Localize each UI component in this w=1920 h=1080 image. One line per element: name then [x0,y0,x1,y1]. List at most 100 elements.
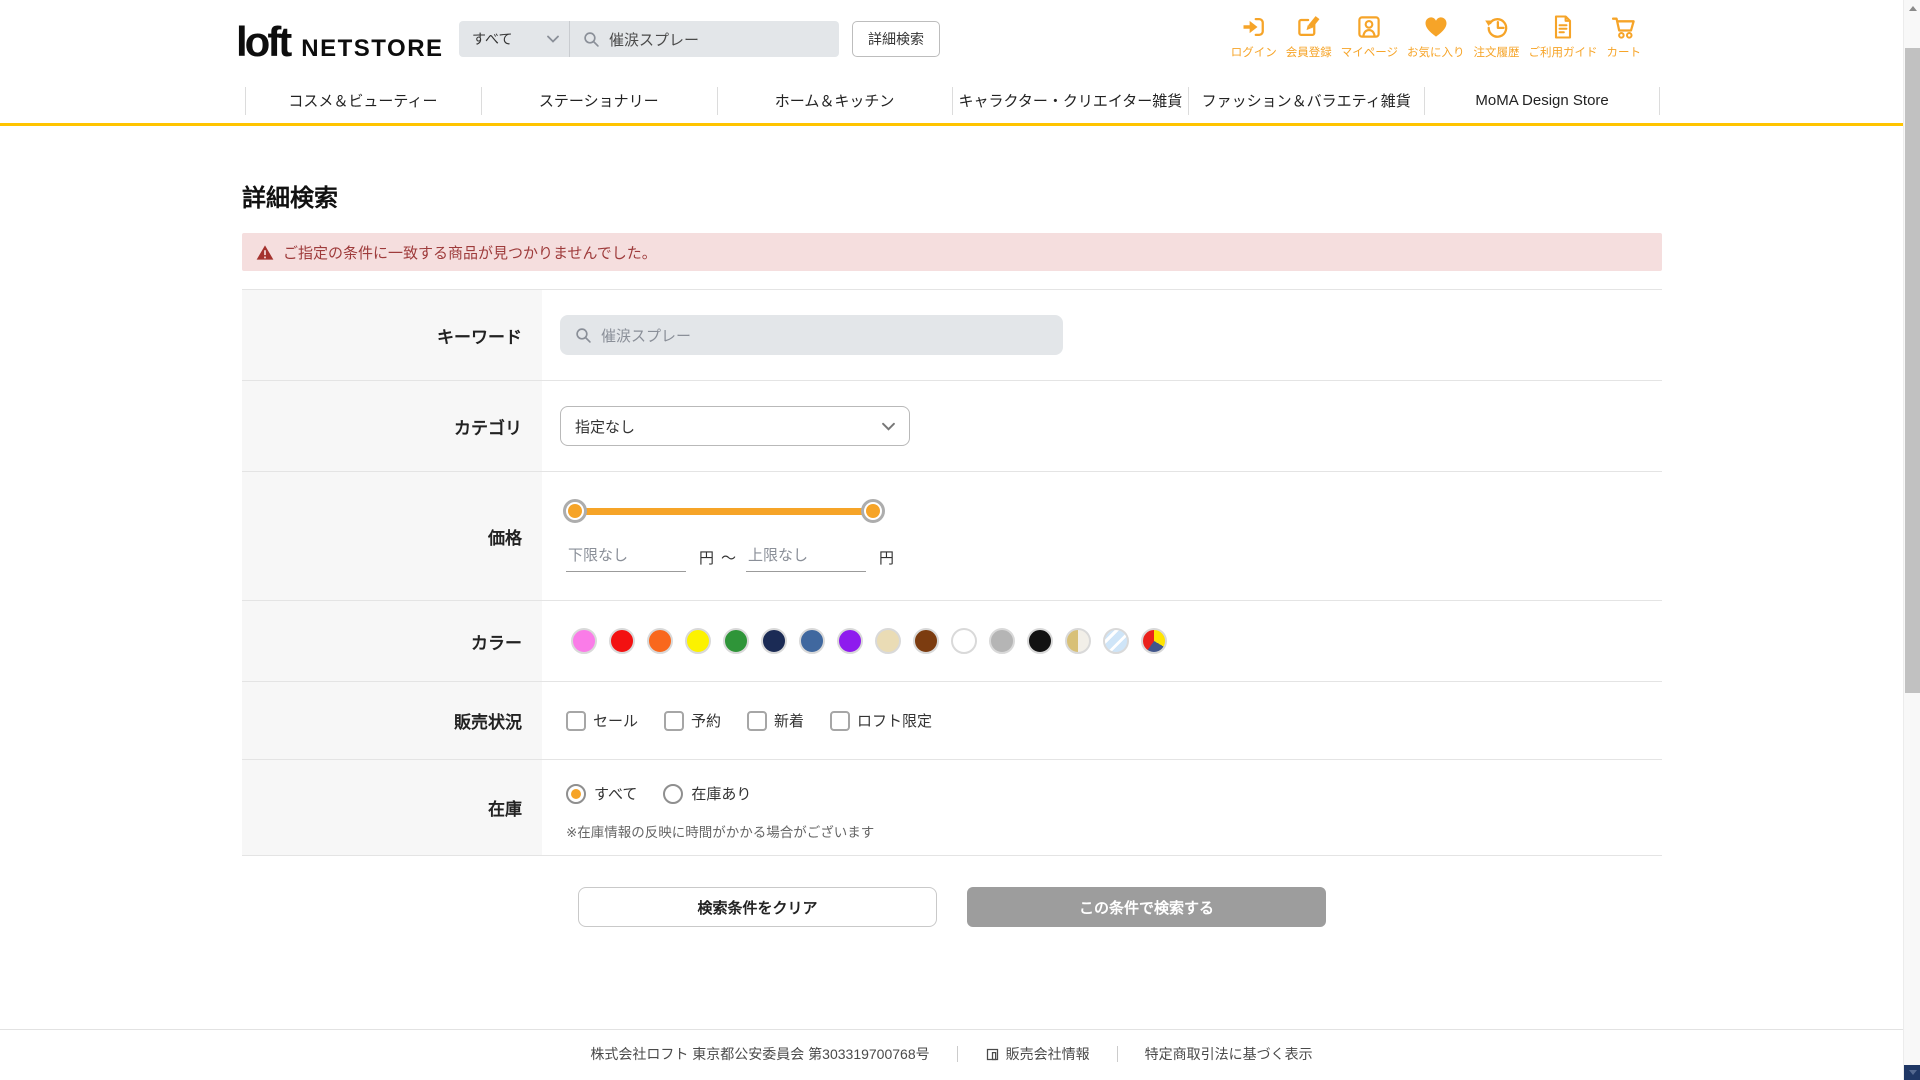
nav-item-stationery[interactable]: ステーショナリー [480,78,717,123]
nav-item-character-goods[interactable]: キャラクター・クリエイター雑貨 [952,78,1188,123]
checkbox-box[interactable] [747,710,768,731]
color-swatch-multicolor[interactable] [1141,628,1167,654]
checkbox-box[interactable] [664,710,685,731]
color-swatch-blue[interactable] [799,628,825,654]
color-swatch-purple[interactable] [837,628,863,654]
price-range-slider [563,499,885,523]
sales-status-label: 販売状況 [242,682,542,759]
scrollbar-down-button[interactable] [1904,1065,1920,1080]
footer: 株式会社ロフト 東京都公安委員会 第303319700768号 販売会社情報 特… [0,1029,1903,1080]
color-swatch-green[interactable] [723,628,749,654]
checkbox-preorder[interactable]: 予約 [664,710,721,731]
radio-button[interactable] [663,783,684,804]
guide-label: ご利用ガイド [1528,47,1598,59]
nav-item-fashion-variety[interactable]: ファッション＆バラエティ雑貨 [1188,78,1424,123]
color-swatch-navy[interactable] [761,628,787,654]
color-label: カラー [242,601,542,681]
guide-link[interactable]: ご利用ガイド [1529,13,1598,60]
price-range-separator: ～ [721,550,737,567]
category-select[interactable]: 指定なし [560,406,910,446]
price-row: 価格 下限なし 円 ～ 上限なし 円 [242,472,1662,601]
order-history-icon [1484,18,1507,38]
clear-button-label: 検索条件をクリア [697,899,818,917]
keyword-input[interactable]: 催涙スプレー [560,315,1063,355]
login-link[interactable]: ログイン [1231,13,1277,60]
color-swatch-pink[interactable] [571,628,597,654]
search-category-value: すべて [472,31,513,47]
color-swatch-white[interactable] [951,628,977,654]
favorites-link[interactable]: お気に入り [1407,13,1465,60]
checkbox-label: セール [593,713,639,730]
search-category-select[interactable]: すべて [459,21,569,57]
color-swatch-orange[interactable] [647,628,673,654]
scrollbar-thumb[interactable] [1905,48,1920,693]
category-label: カテゴリ [242,381,542,471]
checkbox-box[interactable] [566,710,586,731]
checkbox-sale[interactable]: セール [566,710,638,731]
price-max-input[interactable]: 上限なし [746,544,867,572]
mypage-link[interactable]: マイページ [1341,13,1398,60]
slider-handle-min[interactable] [563,499,587,523]
radio-button[interactable] [566,783,586,804]
chevron-down-icon [547,35,559,43]
color-swatch-red[interactable] [609,628,635,654]
mypage-icon [1358,16,1381,38]
checkbox-label: 予約 [691,713,722,730]
color-swatch-clear[interactable] [1103,628,1129,654]
header-quick-links: ログイン 会員登録 マイページ お気に入り 注文履歴 ご利用ガイド カート [1231,13,1641,60]
header-search-bar: すべて 催涙スプレー [459,21,839,57]
price-unit: 円 [879,550,895,567]
slider-track[interactable] [575,508,873,515]
color-swatch-yellow[interactable] [685,628,711,654]
nav-label: MoMA Design Store [1475,92,1609,109]
scrollbar-up-button[interactable] [1904,0,1920,17]
footer-link-label: 特定商取引法に基づく表示 [1144,1046,1313,1062]
stock-note: ※在庫情報の反映に時間がかかる場合がございます [566,825,875,840]
color-swatch-black[interactable] [1027,628,1053,654]
price-unit: 円 [699,550,715,567]
category-navbar: コスメ＆ビューティー ステーショナリー ホーム＆キッチン キャラクター・クリエイ… [0,78,1903,126]
search-icon [576,328,591,343]
page-title: 詳細検索 [242,185,338,212]
checkbox-box[interactable] [830,710,851,731]
slider-handle-max[interactable] [861,499,885,523]
search-with-conditions-button[interactable]: この条件で検索する [967,887,1326,927]
register-label: 会員登録 [1285,47,1332,59]
nav-item-home-kitchen[interactable]: ホーム＆キッチン [716,78,953,123]
radio-in-stock[interactable]: 在庫あり [663,783,751,804]
nav-label: ステーショナリー [538,93,659,110]
color-swatch-gold-silver[interactable] [1065,628,1091,654]
category-value: 指定なし [575,418,636,436]
radio-label: 在庫あり [691,786,752,803]
loft-logo[interactable]: loft NETSTORE [236,18,444,66]
radio-all[interactable]: すべて [566,783,637,804]
footer-link-commerce-law[interactable]: 特定商取引法に基づく表示 [1145,1044,1313,1064]
chevron-down-icon [882,422,895,431]
sales-status-row: 販売状況 セール 予約 新着 ロフト限定 [242,682,1662,760]
header-search-input[interactable]: 催涙スプレー [570,29,839,50]
clear-conditions-button[interactable]: 検索条件をクリア [578,887,937,927]
nav-item-moma[interactable]: MoMA Design Store [1424,78,1660,123]
cart-link[interactable]: カート [1607,13,1641,60]
stock-options: すべて 在庫あり [566,783,1662,804]
color-swatch-gray[interactable] [989,628,1015,654]
checkbox-new-arrival[interactable]: 新着 [747,710,804,731]
favorites-label: お気に入り [1407,47,1465,59]
detail-search-button[interactable]: 詳細検索 [852,21,940,57]
color-swatches [571,628,1167,654]
register-link[interactable]: 会員登録 [1286,13,1332,60]
color-swatch-brown[interactable] [913,628,939,654]
nav-item-cosmetics[interactable]: コスメ＆ビューティー [245,78,481,123]
vertical-scrollbar [1903,0,1920,1080]
checkbox-loft-exclusive[interactable]: ロフト限定 [830,710,932,731]
nav-label: コスメ＆ビューティー [288,93,438,110]
login-label: ログイン [1230,47,1277,59]
footer-link-seller-info[interactable]: 販売会社情報 [985,1044,1090,1064]
price-min-input[interactable]: 下限なし [566,544,686,572]
keyword-row: キーワード 催涙スプレー [242,290,1662,381]
color-swatch-beige[interactable] [875,628,901,654]
category-row: カテゴリ 指定なし [242,381,1662,472]
order-history-link[interactable]: 注文履歴 [1474,13,1520,60]
radio-label: すべて [594,786,638,803]
register-icon [1297,16,1320,37]
